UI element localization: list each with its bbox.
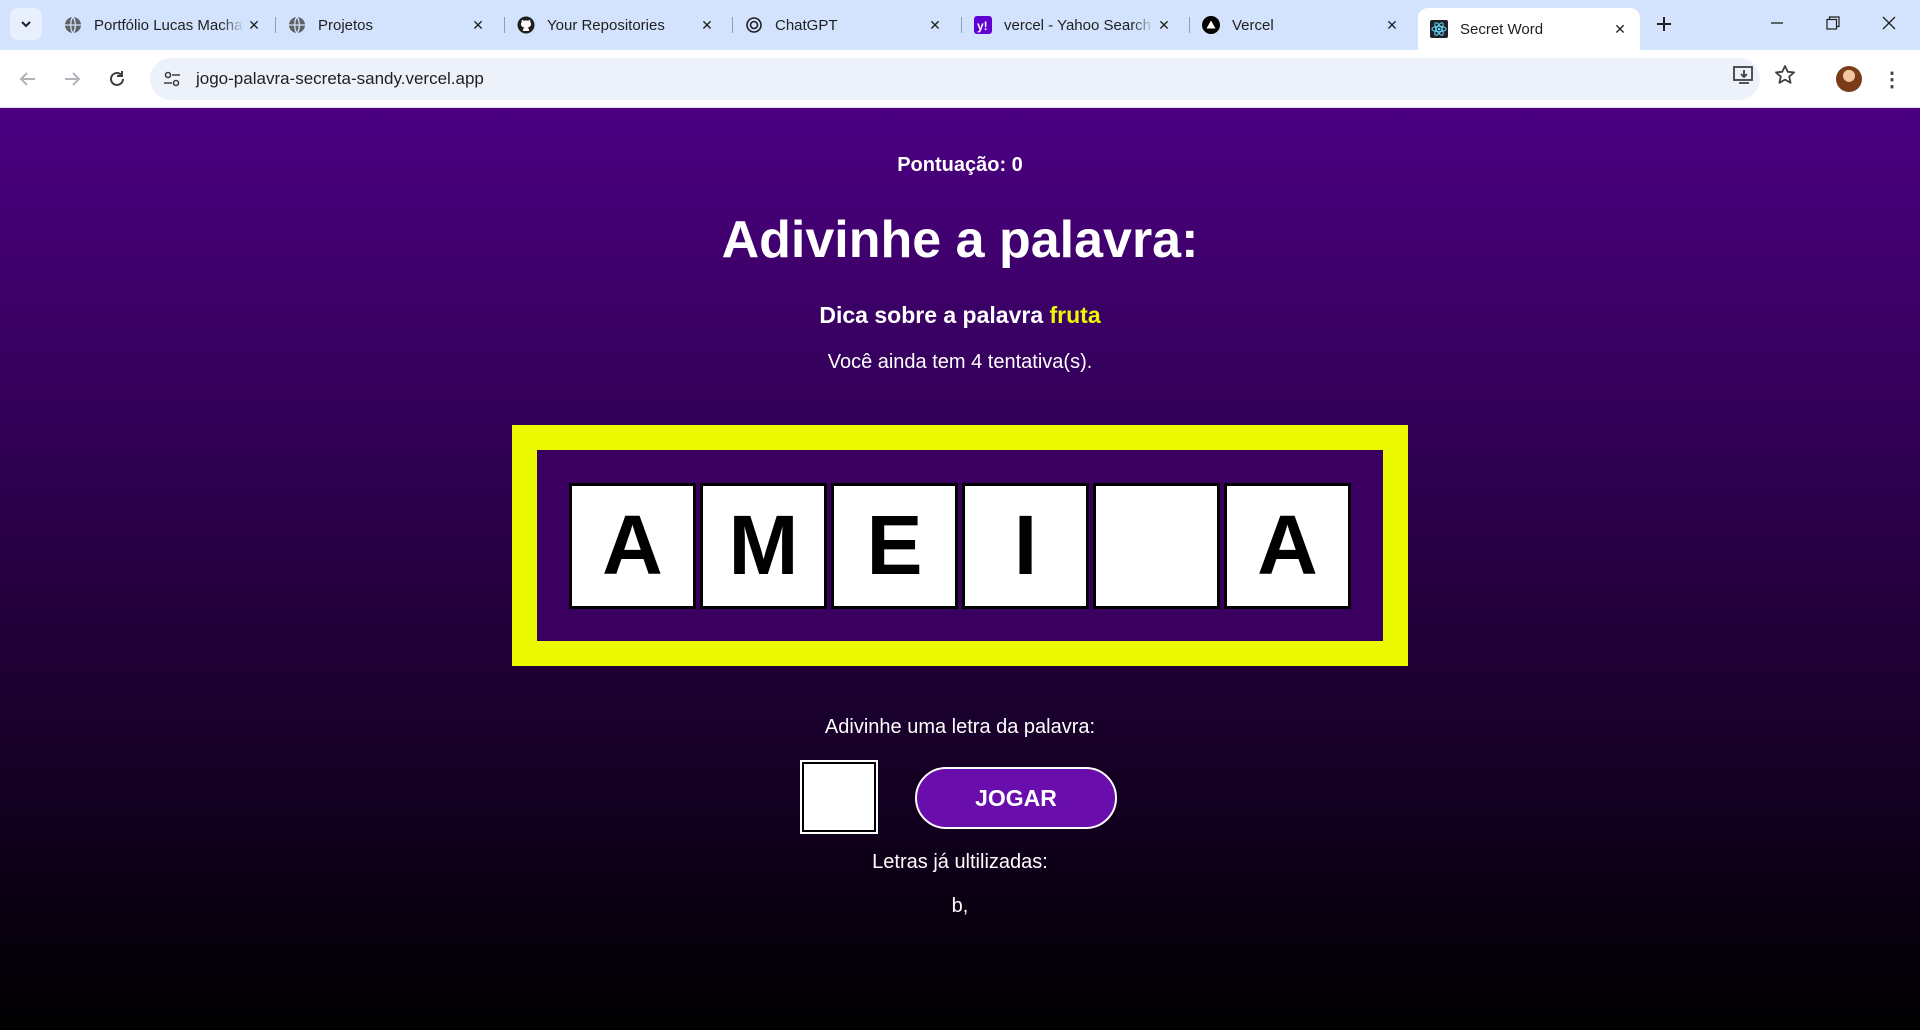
tab-title: Your Repositories — [547, 16, 665, 34]
game-page: Pontuação: 0 Adivinhe a palavra: Dica so… — [0, 108, 1920, 1030]
close-icon[interactable]: ✕ — [1382, 15, 1402, 35]
tab-title: Vercel — [1232, 16, 1274, 34]
tab-secret-word[interactable]: Secret Word ✕ — [1418, 8, 1640, 50]
letter-box: M — [700, 482, 827, 609]
close-icon[interactable]: ✕ — [925, 15, 945, 35]
hint-prefix: Dica sobre a palavra — [819, 302, 1044, 328]
new-tab-button[interactable] — [1650, 10, 1678, 38]
hint-value: fruta — [1049, 302, 1101, 328]
tab-portfolio[interactable]: Portfólio Lucas Machado ✕ — [52, 8, 274, 42]
vercel-icon — [1202, 16, 1220, 34]
letter-box — [1093, 482, 1220, 609]
address-bar[interactable]: jogo-palavra-secreta-sandy.vercel.app — [150, 58, 1760, 100]
tab-title: ChatGPT — [775, 16, 838, 34]
kebab-menu-icon[interactable]: ⋮ — [1880, 65, 1904, 93]
letter-box: A — [569, 482, 696, 609]
letter-box: A — [1224, 482, 1351, 609]
install-app-icon[interactable] — [1730, 64, 1758, 86]
word-container: A M E I A — [512, 425, 1408, 666]
close-window-button[interactable] — [1864, 8, 1914, 38]
restore-button[interactable] — [1808, 8, 1858, 38]
hint-line: Dica sobre a palavra fruta — [0, 302, 1920, 329]
github-icon — [517, 16, 535, 34]
close-icon[interactable]: ✕ — [468, 15, 488, 35]
letter-input[interactable] — [800, 760, 878, 834]
yahoo-icon: y! — [974, 16, 992, 34]
tab-strip: Portfólio Lucas Machado ✕ Projetos ✕ You… — [0, 0, 1920, 50]
reload-icon — [110, 71, 124, 86]
play-button[interactable]: JOGAR — [915, 767, 1117, 829]
restore-icon — [1826, 16, 1840, 30]
globe-icon — [64, 16, 82, 34]
used-letters-label: Letras já ultilizadas: — [872, 851, 1048, 873]
tab-yahoo-search[interactable]: y! vercel - Yahoo Search ✕ — [961, 8, 1184, 42]
tab-chatgpt[interactable]: ChatGPT ✕ — [732, 8, 955, 42]
arrow-left-icon — [19, 72, 35, 86]
url-text[interactable]: jogo-palavra-secreta-sandy.vercel.app — [196, 69, 484, 89]
tab-title: vercel - Yahoo Search — [1004, 16, 1152, 34]
tab-title: Secret Word — [1460, 20, 1544, 38]
close-icon[interactable]: ✕ — [244, 15, 264, 35]
tab-vercel[interactable]: Vercel ✕ — [1189, 8, 1412, 42]
used-letters-list: b, — [951, 895, 969, 917]
letter-box: I — [962, 482, 1089, 609]
close-icon[interactable]: ✕ — [1154, 15, 1174, 35]
minimize-button[interactable] — [1752, 8, 1802, 38]
arrow-right-icon — [65, 72, 81, 86]
plus-icon — [1657, 17, 1671, 31]
reload-button[interactable] — [101, 63, 133, 95]
letter-box: E — [831, 482, 958, 609]
tab-title: Projetos — [318, 16, 374, 34]
chatgpt-icon — [745, 16, 763, 34]
tab-repositories[interactable]: Your Repositories ✕ — [504, 8, 727, 42]
profile-avatar[interactable] — [1836, 66, 1862, 92]
tab-search-button[interactable] — [10, 8, 42, 40]
score-label: Pontuação: 0 — [897, 154, 1023, 176]
react-icon — [1430, 20, 1448, 38]
guess-label: Adivinhe uma letra da palavra: — [824, 716, 1096, 738]
tab-projetos[interactable]: Projetos ✕ — [275, 8, 498, 42]
browser-toolbar: jogo-palavra-secreta-sandy.vercel.app ⋮ — [0, 50, 1920, 108]
back-button[interactable] — [12, 63, 44, 95]
word-board: A M E I A — [537, 450, 1383, 641]
site-info-icon[interactable] — [162, 69, 182, 89]
bookmark-star-icon[interactable] — [1771, 64, 1799, 86]
svg-text:y!: y! — [977, 19, 988, 33]
forward-button[interactable] — [56, 63, 88, 95]
close-icon[interactable]: ✕ — [697, 15, 717, 35]
page-title: Adivinhe a palavra: — [721, 211, 1199, 269]
close-icon — [1882, 16, 1896, 30]
globe-icon — [288, 16, 306, 34]
minimize-icon — [1771, 22, 1783, 24]
attempts-text: Você ainda tem 4 tentativa(s). — [827, 351, 1093, 373]
tab-title: Portfólio Lucas Machado — [94, 16, 244, 34]
chevron-down-icon — [21, 21, 31, 28]
close-icon[interactable]: ✕ — [1610, 19, 1630, 39]
